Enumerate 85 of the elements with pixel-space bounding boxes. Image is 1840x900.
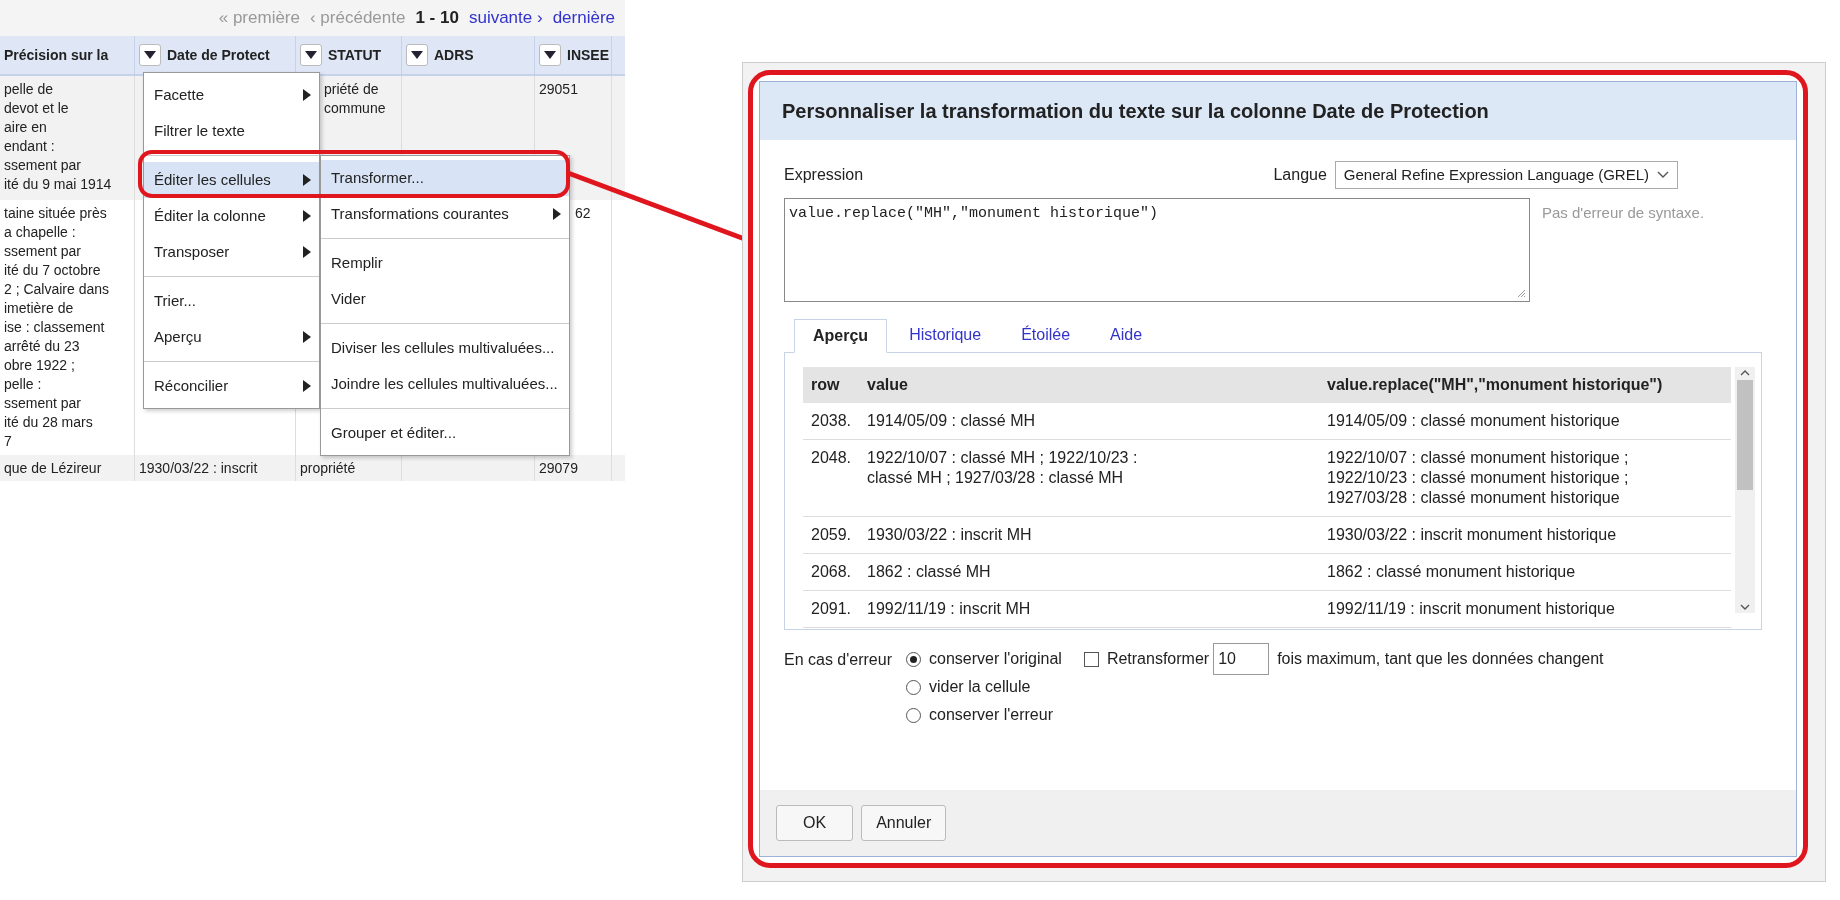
row-number: 2048. <box>811 448 853 468</box>
menu-item[interactable]: Éditer la colonne <box>144 198 319 234</box>
column-header: row <box>811 375 841 395</box>
checkbox[interactable] <box>1083 651 1099 667</box>
radio-button[interactable] <box>906 651 921 667</box>
menu-item[interactable]: Transformations courantes <box>321 196 569 232</box>
menu-item[interactable]: Diviser les cellules multivaluées... <box>321 330 569 366</box>
table-cell-text: 1914/05/09 : classé monument historique <box>1327 411 1621 431</box>
ok-button[interactable]: OK <box>776 805 854 841</box>
table-cell-text: taine située près a chapelle : ssement par ité du 7 octobre 2 ; Calvaire dans imetière de ise : classement arrêté du 23 obre 1922 ; pelle : ssement par ité du 28 mars 7 <box>4 204 111 451</box>
row-number: 2068. <box>811 562 853 582</box>
table-cell-text: 29079 <box>539 459 579 478</box>
radio-label: vider la cellule <box>929 677 1031 697</box>
table-cell-text: 1862 : classé MH <box>867 562 992 582</box>
tab[interactable]: Historique <box>891 318 1000 352</box>
column-menu-button[interactable] <box>406 44 428 66</box>
menu-item[interactable]: Filtrer le texte <box>144 113 319 149</box>
table-cell-text: 1922/10/07 : classé monument historique ; 1922/10/23 : classé monument historique ; 1927/03/28 : classé monument historique <box>1327 448 1630 508</box>
retransform-suffix: fois maximum, tant que les données changent <box>1277 649 1604 669</box>
tab[interactable]: Aperçu <box>794 319 888 353</box>
chevron-down-icon[interactable] <box>1740 604 1750 611</box>
radio-button[interactable] <box>906 707 921 723</box>
column-header[interactable]: STATUT <box>328 44 382 66</box>
chevron-down-icon <box>1657 171 1669 179</box>
column-header: value.replace("MH","monument historique") <box>1327 375 1664 395</box>
menu-item[interactable]: Transformer... <box>321 160 569 196</box>
table-cell-text: priété de commune <box>324 80 387 118</box>
menu-item[interactable]: Vider <box>321 281 569 317</box>
scrollbar[interactable] <box>1735 367 1755 613</box>
tab[interactable]: Étoilée <box>1003 318 1089 352</box>
column-header[interactable]: INSEE <box>567 44 609 66</box>
table-cell-text: 1862 : classé monument historique <box>1327 562 1577 582</box>
column-menu-button[interactable] <box>300 44 322 66</box>
caret-down-icon <box>411 51 423 59</box>
column-menu-button[interactable] <box>139 44 161 66</box>
table-cell-text: 1930/03/22 : inscrit <box>139 459 259 478</box>
table-cell-text: 1922/10/07 : classé MH ; 1922/10/23 : classé MH ; 1927/03/28 : classé MH <box>867 448 1139 488</box>
menu-item[interactable]: Aperçu <box>144 319 319 355</box>
checkbox-label: Retransformer <box>1106 649 1210 669</box>
column-header[interactable]: Date de Protect <box>167 44 270 66</box>
table-cell-text: propriété <box>300 459 357 478</box>
table-cell-text: 62 <box>575 204 592 223</box>
expression-label: Expression <box>784 165 865 185</box>
caret-down-icon <box>544 51 556 59</box>
repeat-count-field[interactable]: 10 <box>1213 643 1270 675</box>
language-select[interactable]: General Refine Expression Language (GREL) <box>1334 161 1678 189</box>
column-header[interactable]: ADRS <box>434 44 474 66</box>
expression-field[interactable]: value.replace("MH","monument historique") <box>784 198 1530 302</box>
table-cell-text: pelle de devot et le aire en endant : ssement par ité du 9 mai 1914 <box>4 80 113 194</box>
menu-item[interactable]: Facette <box>144 77 319 113</box>
row-number: 2059. <box>811 525 853 545</box>
cancel-button[interactable]: Annuler <box>861 805 947 841</box>
menu-item[interactable]: Joindre les cellules multivaluées... <box>321 366 569 402</box>
table-cell-text: 1992/11/19 : inscrit monument historique <box>1327 599 1616 619</box>
radio-label: conserver l'original <box>929 649 1062 669</box>
page-range: 1 - 10 <box>415 7 459 30</box>
pager-link[interactable]: suivante › <box>468 5 543 31</box>
row-number: 2038. <box>811 411 853 431</box>
menu-item[interactable]: Trier... <box>144 283 319 319</box>
on-error-label: En cas d'erreur <box>784 650 892 670</box>
table-cell-text: 1930/03/22 : inscrit monument historique <box>1327 525 1618 545</box>
table-cell-text: 1914/05/09 : classé MH <box>867 411 1037 431</box>
table-cell-text: 1930/03/22 : inscrit MH <box>867 525 1033 545</box>
row-number: 2091. <box>811 599 853 619</box>
caret-down-icon <box>144 51 156 59</box>
syntax-status: Pas d'erreur de syntaxe. <box>1542 203 1705 223</box>
column-header[interactable]: Précision sur la <box>4 44 109 66</box>
table-cell-text: que de Lézireur <box>4 459 103 478</box>
dialog-title: Personnaliser la transformation du texte sur la colonne Date de Protection <box>782 99 1489 124</box>
language-label: Langue <box>1273 165 1327 185</box>
menu-item[interactable]: Grouper et éditer... <box>321 415 569 451</box>
chevron-up-icon[interactable] <box>1740 369 1750 376</box>
menu-item[interactable]: Réconcilier <box>144 368 319 404</box>
resize-grip-icon <box>1517 289 1526 298</box>
table-cell-text: 29051 <box>539 80 579 99</box>
menu-item[interactable]: Transposer <box>144 234 319 270</box>
tab[interactable]: Aide <box>1092 318 1161 352</box>
radio-label: conserver l'erreur <box>929 705 1053 725</box>
column-menu-button[interactable] <box>539 44 561 66</box>
caret-down-icon <box>305 51 317 59</box>
table-cell-text: 1992/11/19 : inscrit MH <box>867 599 1032 619</box>
radio-button[interactable] <box>906 679 921 695</box>
column-header: value <box>867 375 909 395</box>
pager-link[interactable]: dernière <box>552 5 615 31</box>
menu-item[interactable]: Remplir <box>321 245 569 281</box>
